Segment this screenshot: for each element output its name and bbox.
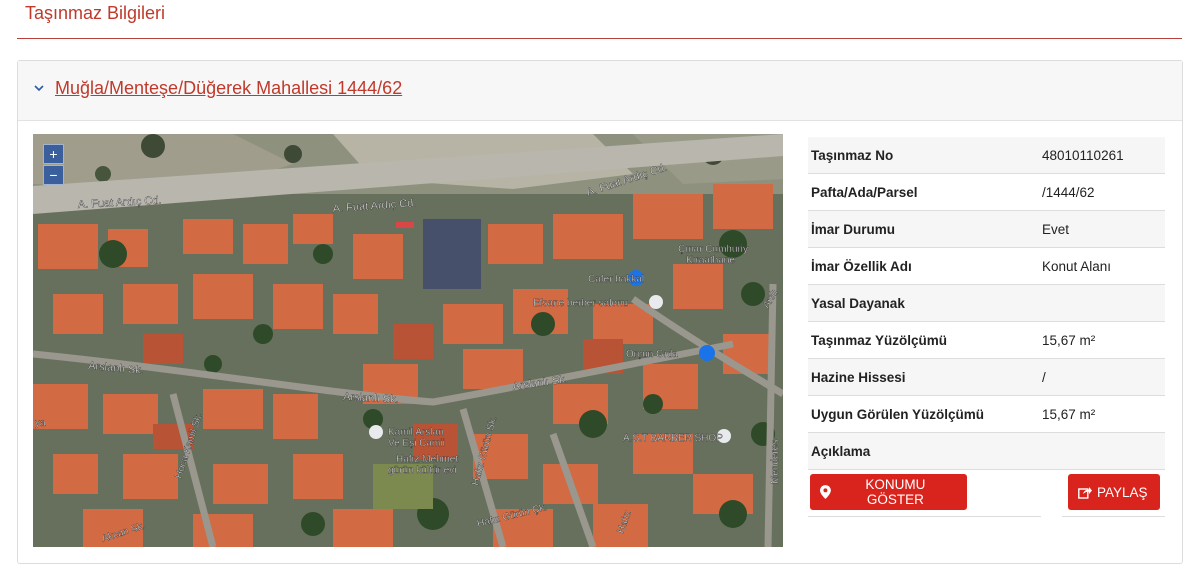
page-title: Taşınmaz Bilgileri — [25, 3, 166, 23]
table-row: Açıklama — [808, 432, 1165, 470]
map-label-poi: Kıraathane — [686, 255, 735, 266]
share-label: PAYLAŞ — [1097, 484, 1148, 500]
map-label-poi: gürün kültür evi — [388, 465, 456, 476]
map-label-poi: Çınar Cumhuriy — [678, 244, 748, 255]
property-panel: Muğla/Menteşe/Düğerek Mahallesi 1444/62 — [17, 60, 1183, 564]
map-canvas[interactable]: A. Fuat Ardıç Cd. A. Fuat Ardıç Cd. A. F… — [33, 134, 783, 547]
satellite-map[interactable]: A. Fuat Ardıç Cd. A. Fuat Ardıç Cd. A. F… — [33, 134, 783, 547]
row-label: Yasal Dayanak — [808, 284, 1039, 322]
map-label-poi: Kamil Arslan — [388, 427, 444, 438]
row-label: Açıklama — [808, 432, 1039, 470]
chevron-down-icon[interactable] — [34, 83, 44, 93]
share-button[interactable]: PAYLAŞ — [1068, 474, 1160, 510]
map-label-poi: Efsane berber salonu — [533, 298, 628, 309]
row-value: / — [1039, 358, 1165, 396]
property-title-link[interactable]: Muğla/Menteşe/Düğerek Mahallesi 1444/62 — [55, 78, 402, 99]
table-row: İmar Durumu Evet — [808, 210, 1165, 248]
map-label-poi: Ve Eşi Camii — [388, 438, 445, 449]
property-info-table: Taşınmaz No 48010110261 Pafta/Ada/Parsel /… — [808, 137, 1165, 470]
table-row: Taşınmaz No 48010110261 — [808, 137, 1165, 174]
row-value: Konut Alanı — [1039, 247, 1165, 285]
show-location-label: KONUMU GÖSTER — [865, 477, 926, 507]
divider — [1062, 516, 1165, 517]
zoom-in-button[interactable]: + — [43, 144, 64, 164]
page-header: Taşınmaz Bilgileri — [17, 0, 1182, 39]
show-location-button[interactable]: KONUMU GÖSTER — [810, 474, 967, 510]
table-row: Hazine Hissesi / — [808, 358, 1165, 396]
panel-header[interactable]: Muğla/Menteşe/Düğerek Mahallesi 1444/62 — [18, 61, 1182, 121]
table-row: Uygun Görülen Yüzölçümü 15,67 m² — [808, 395, 1165, 433]
table-row: Pafta/Ada/Parsel/1444/62 — [808, 173, 1165, 211]
row-label: Hazine Hissesi — [808, 358, 1039, 396]
map-label-poi: A.S.T BARBER SHOP — [623, 433, 723, 444]
row-value — [1039, 284, 1165, 322]
row-value — [1039, 432, 1165, 470]
zoom-out-button[interactable]: − — [43, 165, 64, 185]
row-label: Taşınmaz No — [808, 137, 1039, 174]
map-label-poi: Hafız Mehmet — [396, 454, 458, 465]
map-label-street: ya — [35, 418, 46, 429]
map-marker-icon — [820, 485, 831, 499]
map-label-street: Menderes — [770, 440, 781, 484]
row-value: /1444/62 — [1039, 173, 1165, 211]
row-label: Taşınmaz Yüzölçümü — [808, 321, 1039, 359]
row-value: 15,67 m² — [1039, 395, 1165, 433]
row-value: Evet — [1039, 210, 1165, 248]
row-value: 15,67 m² — [1039, 321, 1165, 359]
row-label: Pafta/Ada/Parsel — [808, 173, 1039, 211]
table-row: Taşınmaz Yüzölçümü 15,67 m² — [808, 321, 1165, 359]
row-label: İmar Durumu — [808, 210, 1039, 248]
table-row: Yasal Dayanak — [808, 284, 1165, 322]
row-label: İmar Özellik Adı — [808, 247, 1039, 285]
action-buttons: KONUMU GÖSTER PAYLAŞ — [808, 474, 1165, 518]
share-icon — [1078, 486, 1092, 499]
row-label: Uygun Görülen Yüzölçümü — [808, 395, 1039, 433]
table-row: İmar Özellik Adı Konut Alanı — [808, 247, 1165, 285]
row-value: 48010110261 — [1039, 137, 1165, 174]
divider — [808, 516, 1041, 517]
map-label-poi: Cafer bakkal — [588, 274, 644, 285]
map-label-poi: Orçun Gıda — [626, 349, 678, 360]
